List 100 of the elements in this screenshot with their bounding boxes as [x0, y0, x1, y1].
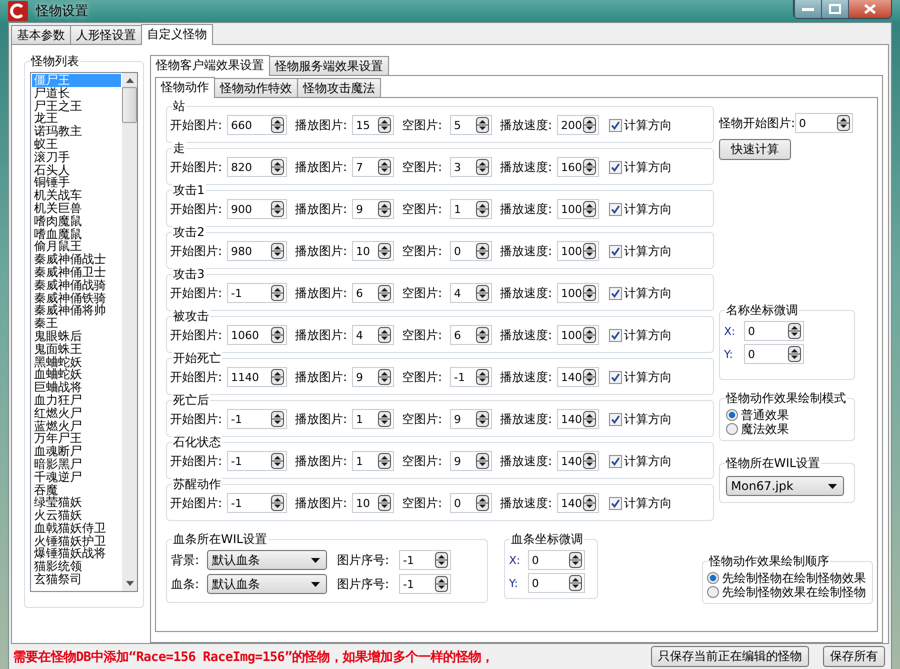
spinner-icon[interactable] [378, 369, 391, 385]
checkbox-option[interactable]: 计算方向 [609, 326, 672, 344]
spinner-icon[interactable] [271, 495, 284, 511]
spinner-icon[interactable] [271, 159, 284, 175]
spinner-icon[interactable] [476, 243, 489, 259]
list-item[interactable]: 万年尸王 [32, 432, 121, 446]
spinner-icon[interactable] [583, 369, 596, 385]
tab[interactable]: 自定义怪物 [141, 24, 213, 45]
list-item[interactable]: 吞魔 [32, 484, 121, 496]
list-item[interactable]: 绿莹猫妖 [32, 496, 121, 510]
tab[interactable]: 怪物动作特效 [214, 78, 298, 97]
number-field[interactable]: 9 [352, 367, 394, 387]
number-field[interactable]: 0 [450, 241, 492, 261]
tab[interactable]: 人形怪设置 [70, 25, 142, 44]
radio-icon[interactable] [726, 423, 738, 435]
number-field[interactable]: 0 [744, 344, 804, 364]
spinner-icon[interactable] [271, 285, 284, 301]
list-item[interactable]: 猫影统领 [32, 560, 121, 574]
number-field[interactable]: 1 [352, 409, 394, 429]
checkbox-option[interactable]: 计算方向 [609, 284, 672, 302]
list-item[interactable]: 嗜肉魔鼠 [32, 214, 121, 228]
number-field[interactable]: 160 [557, 157, 599, 177]
number-field[interactable]: -1 [227, 283, 287, 303]
spinner-icon[interactable] [476, 117, 489, 133]
number-field[interactable]: 4 [352, 325, 394, 345]
number-field[interactable]: 3 [450, 157, 492, 177]
checkbox-option[interactable]: 计算方向 [609, 452, 672, 470]
number-field[interactable]: 0 [528, 573, 585, 593]
spinner-icon[interactable] [378, 243, 391, 259]
spinner-icon[interactable] [378, 117, 391, 133]
list-item[interactable]: 嗜血魔鼠 [32, 228, 121, 240]
list-item[interactable]: 秦威神俑将帅 [32, 304, 121, 318]
list-item[interactable]: 龙王 [32, 112, 121, 126]
radio-option[interactable]: 魔法效果 [726, 422, 848, 436]
number-field[interactable]: 100 [557, 283, 599, 303]
list-item[interactable]: 血戟猫妖侍卫 [32, 522, 121, 535]
list-item[interactable]: 滚刀手 [32, 150, 121, 164]
list-item[interactable]: 秦威神俑铁骑 [32, 292, 121, 304]
number-field[interactable]: 0 [744, 321, 804, 341]
list-item[interactable]: 红燃火尸 [32, 406, 121, 420]
spinner-icon[interactable] [583, 201, 596, 217]
number-field[interactable]: 10 [352, 493, 394, 513]
spinner-icon[interactable] [378, 411, 391, 427]
list-item[interactable]: 火云猫妖 [32, 509, 121, 522]
checkbox-checked-icon[interactable] [609, 328, 622, 342]
number-field[interactable]: 6 [450, 325, 492, 345]
checkbox-checked-icon[interactable] [609, 160, 622, 174]
number-field[interactable]: 140 [557, 493, 599, 513]
checkbox-option[interactable]: 计算方向 [609, 242, 672, 260]
list-item[interactable]: 尸道长 [32, 86, 121, 100]
number-field[interactable]: -1 [227, 493, 287, 513]
spinner-icon[interactable] [788, 346, 801, 362]
radio-icon[interactable] [707, 586, 719, 598]
checkbox-option[interactable]: 计算方向 [609, 494, 672, 512]
list-item[interactable]: 偷月鼠王 [32, 240, 121, 254]
spinner-icon[interactable] [271, 369, 284, 385]
checkbox-checked-icon[interactable] [609, 118, 622, 132]
number-field[interactable]: 140 [557, 367, 599, 387]
number-field[interactable]: 660 [227, 115, 287, 135]
checkbox-checked-icon[interactable] [609, 370, 622, 384]
radio-selected-icon[interactable] [707, 572, 719, 584]
spinner-icon[interactable] [583, 159, 596, 175]
number-field[interactable]: 10 [352, 241, 394, 261]
list-item[interactable]: 秦王 [32, 317, 121, 330]
checkbox-checked-icon[interactable] [609, 202, 622, 216]
checkbox-option[interactable]: 计算方向 [609, 368, 672, 386]
list-item[interactable]: 石头人 [32, 164, 121, 176]
spinner-icon[interactable] [476, 201, 489, 217]
number-field[interactable]: 100 [557, 199, 599, 219]
tab[interactable]: 怪物客户端效果设置 [150, 55, 270, 76]
dropdown[interactable]: 默认血条 [207, 550, 327, 570]
list-item[interactable]: 血蛐蛇妖 [32, 368, 121, 382]
number-field[interactable]: 9 [450, 409, 492, 429]
number-field[interactable]: 100 [557, 241, 599, 261]
spinner-icon[interactable] [569, 552, 582, 568]
list-item[interactable]: 秦威神俑战骑 [32, 278, 121, 292]
spinner-icon[interactable] [583, 243, 596, 259]
spinner-icon[interactable] [435, 576, 448, 592]
number-field[interactable]: 1140 [227, 367, 287, 387]
list-item[interactable]: 爆锤猫妖战将 [32, 547, 121, 560]
minimize-button[interactable] [794, 0, 821, 18]
list-item[interactable]: 暗影黑尸 [32, 458, 121, 471]
close-icon[interactable] [864, 4, 876, 14]
list-item[interactable]: 鬼眼蛛后 [32, 330, 121, 343]
checkbox-option[interactable]: 计算方向 [609, 158, 672, 176]
list-item[interactable]: 铜锤手 [32, 176, 121, 190]
number-field[interactable]: 0 [528, 550, 585, 570]
scroll-up-icon[interactable] [126, 78, 134, 83]
spinner-icon[interactable] [435, 552, 448, 568]
number-field[interactable]: 4 [450, 283, 492, 303]
number-field[interactable]: -1 [227, 451, 287, 471]
list-item[interactable]: 血力狂尸 [32, 394, 121, 407]
number-field[interactable]: 1 [450, 199, 492, 219]
number-field[interactable]: 1060 [227, 325, 287, 345]
number-field[interactable]: 7 [352, 157, 394, 177]
number-field[interactable]: 9 [352, 199, 394, 219]
spinner-icon[interactable] [476, 495, 489, 511]
save-button[interactable]: 只保存当前正在编辑的怪物 [651, 646, 809, 667]
radio-option[interactable]: 普通效果 [726, 408, 848, 422]
spinner-icon[interactable] [271, 453, 284, 469]
